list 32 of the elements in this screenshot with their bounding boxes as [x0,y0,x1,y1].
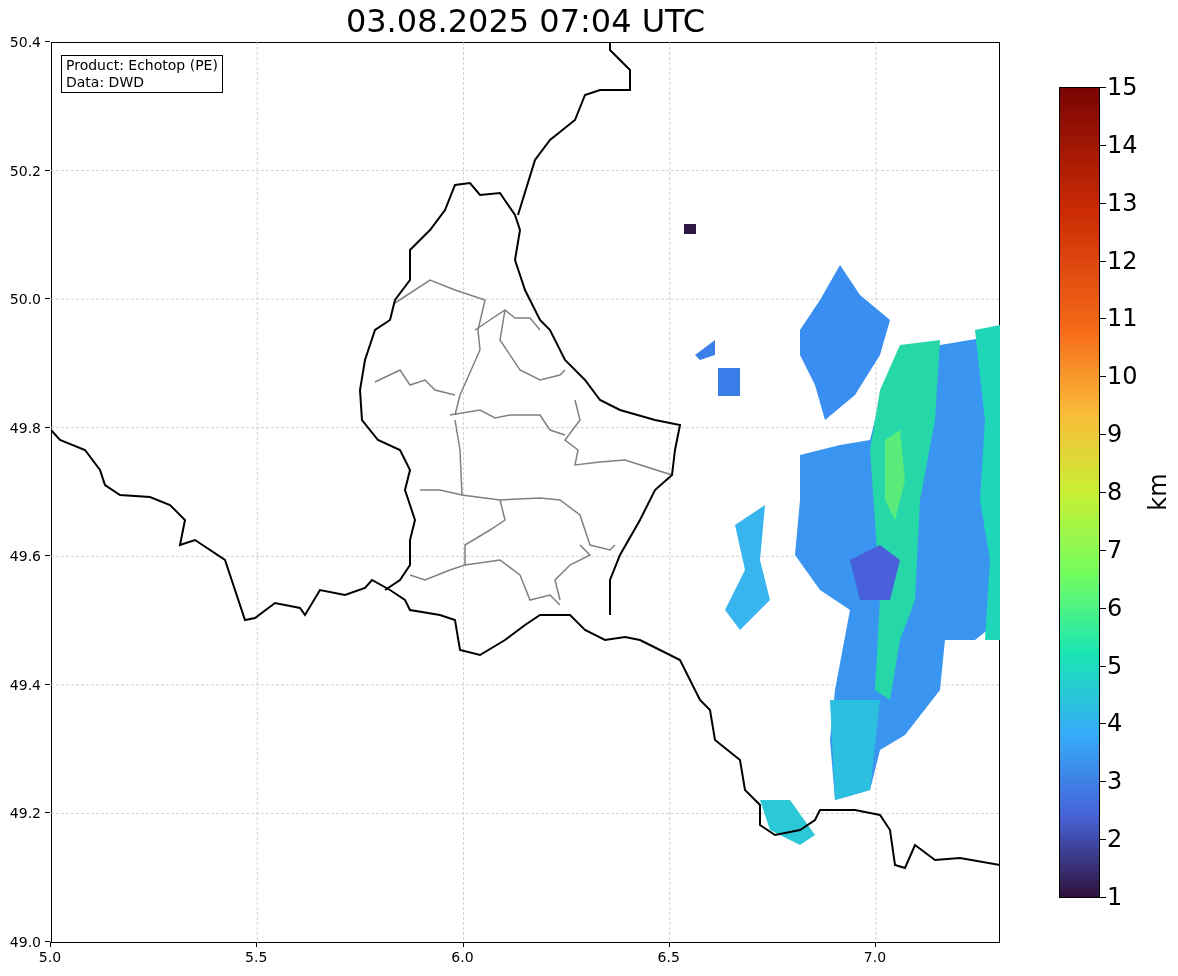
colorbar-tick-label: 1 [1107,883,1123,911]
colorbar-tick-label: 13 [1107,188,1138,217]
colorbar-tick-label: 7 [1107,535,1123,564]
colorbar-tick-label: 6 [1107,593,1123,622]
colorbar-tick-label: 15 [1107,73,1138,101]
legend-text: Data: DWD [66,74,145,91]
colorbar-tick-label: 10 [1107,362,1138,391]
colorbar-tick-label: 8 [1107,478,1123,506]
y-tick-label: 50.4 [8,33,41,51]
x-tick-label: 6.5 [656,948,681,966]
colorbar-tick-label: 9 [1107,420,1123,449]
x-tick-label: 7.0 [862,948,888,966]
y-tick-label: 49.6 [8,547,41,566]
colorbar-tick-label: 11 [1107,304,1138,333]
x-tick-label: 5.5 [244,948,269,966]
colorbar-label: km [1144,473,1172,511]
x-tick-label: 6.0 [450,948,475,966]
y-tick-label: 49.0 [8,933,41,951]
colorbar-tick-label: 3 [1107,767,1123,796]
y-tick-label: 49.4 [8,675,41,694]
legend-text: Product: Echotop (PE) [66,57,218,74]
colorbar-tick-label: 5 [1107,651,1123,680]
colorbar-tick-label: 12 [1107,246,1138,275]
colorbar-tick-label: 4 [1107,709,1123,738]
colorbar-tick-label: 2 [1107,825,1123,854]
y-tick-label: 50.2 [8,161,41,180]
y-tick-label: 49.2 [8,804,41,823]
y-tick-label: 49.8 [8,418,41,437]
chart-title: 03.08.2025 07:04 UTC [345,1,706,42]
x-tick-label: 5.0 [37,948,63,966]
colorbar-tick-label: 14 [1107,130,1138,159]
y-tick-label: 50.0 [8,290,41,309]
